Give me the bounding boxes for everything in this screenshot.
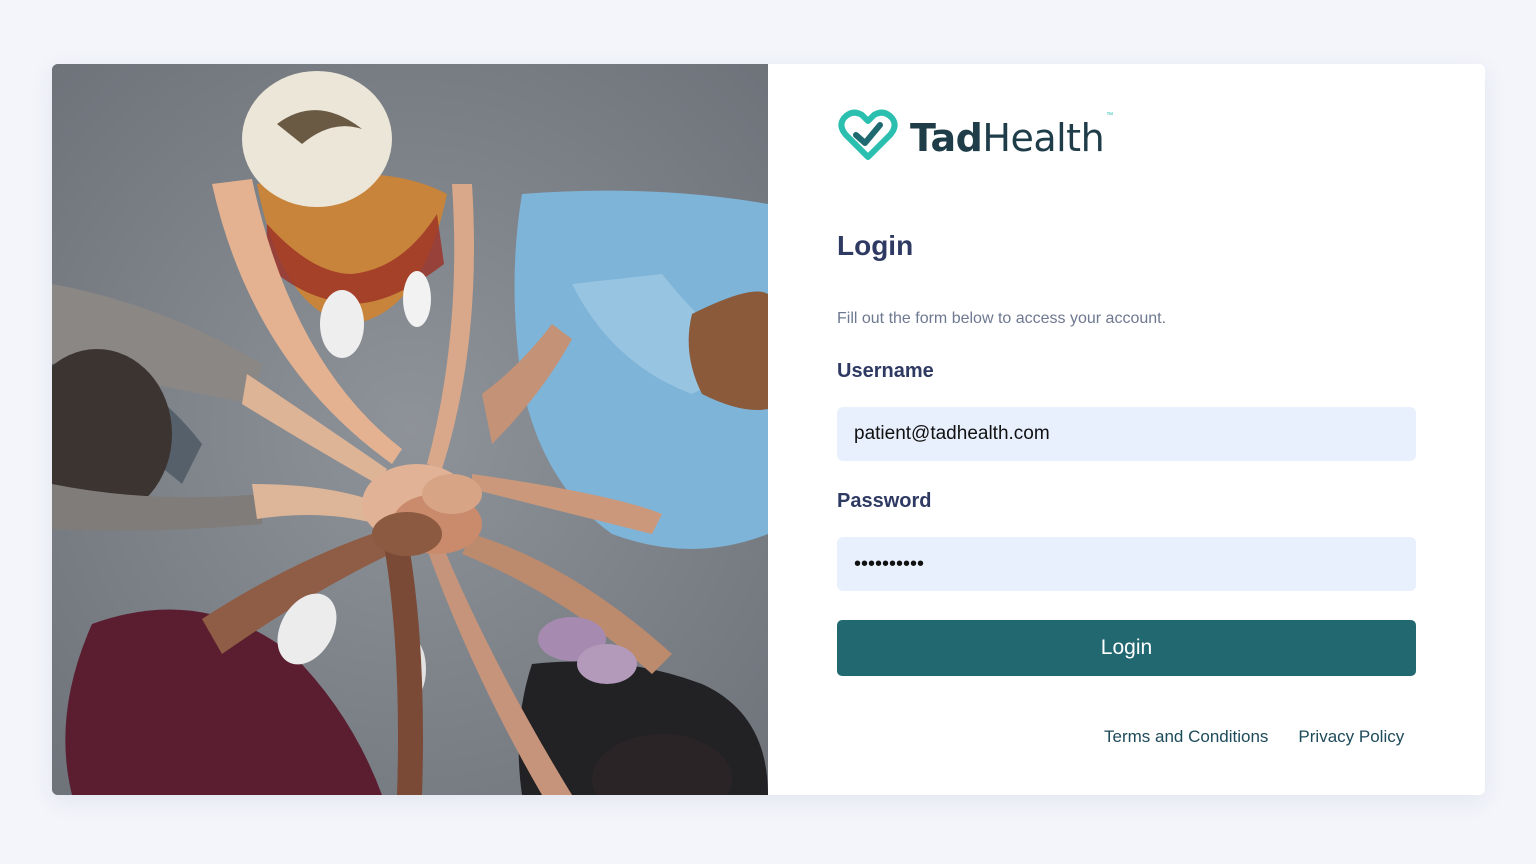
login-button[interactable]: Login xyxy=(837,620,1416,676)
terms-and-conditions-link[interactable]: Terms and Conditions xyxy=(1104,727,1268,747)
username-label: Username xyxy=(837,360,934,382)
footer-links: Terms and Conditions Privacy Policy xyxy=(1104,727,1404,747)
password-input[interactable] xyxy=(837,537,1416,591)
brand-name: TadHealth xyxy=(910,116,1105,160)
privacy-policy-link[interactable]: Privacy Policy xyxy=(1298,727,1404,747)
form-instructions: Fill out the form below to access your a… xyxy=(837,310,1167,327)
password-label: Password xyxy=(837,490,932,512)
page-title: Login xyxy=(837,230,914,261)
brand-name-tad: Tad xyxy=(910,116,983,160)
team-hands-image xyxy=(52,64,768,795)
brand-logo: TadHealth ™ xyxy=(838,108,1113,168)
team-hands-photo xyxy=(52,64,768,795)
heart-check-icon xyxy=(838,109,898,168)
brand-name-health: Health xyxy=(982,116,1105,160)
login-form-panel: TadHealth ™ Login Fill out the form belo… xyxy=(768,64,1485,795)
login-card: TadHealth ™ Login Fill out the form belo… xyxy=(52,64,1485,795)
trademark-mark: ™ xyxy=(1106,112,1114,119)
username-input[interactable] xyxy=(837,407,1416,461)
